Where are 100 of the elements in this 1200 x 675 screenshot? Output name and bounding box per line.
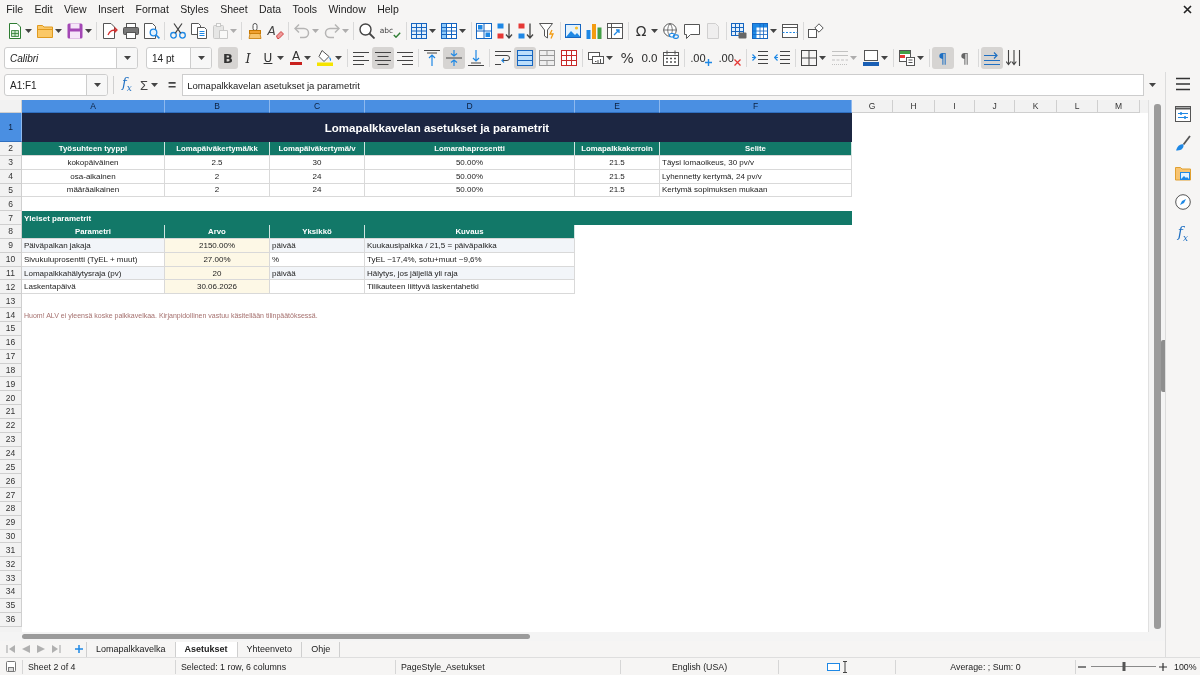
menu-item[interactable]: Edit (28, 1, 59, 17)
italic-button[interactable]: I (238, 47, 258, 69)
dropdown-button[interactable] (116, 48, 137, 68)
menu-item[interactable]: Insert (92, 1, 130, 17)
name-box[interactable]: A1:F1 (4, 74, 108, 96)
print-button[interactable] (120, 20, 141, 42)
caret-icon[interactable] (880, 56, 888, 60)
function-wizard-button[interactable]: f$_{x}$ (119, 74, 135, 96)
column-header[interactable]: F (660, 100, 852, 113)
find-replace-button[interactable] (356, 20, 378, 42)
caret-icon[interactable] (459, 29, 467, 33)
dropdown-button[interactable] (190, 48, 211, 68)
column-header[interactable]: H (893, 100, 935, 113)
menu-item[interactable]: Window (322, 1, 372, 17)
sidebar-handle[interactable] (1161, 340, 1165, 392)
row-header[interactable]: 25 (0, 460, 22, 475)
columns-button[interactable] (438, 20, 469, 42)
freeze-button[interactable] (749, 20, 780, 42)
menu-item[interactable]: Help (371, 1, 405, 17)
font-name-field[interactable]: Calibri (4, 47, 138, 69)
row-header[interactable]: 19 (0, 377, 22, 392)
row-header[interactable]: 8 (0, 225, 22, 239)
caret-icon[interactable] (916, 56, 924, 60)
pivot-table-button[interactable] (604, 20, 626, 42)
functions-button[interactable]: f$_{x}$ (1177, 223, 1189, 246)
sort-button[interactable] (473, 20, 495, 42)
column-header[interactable]: D (365, 100, 575, 113)
row-header[interactable]: 14 (0, 308, 22, 322)
column-header[interactable]: M (1098, 100, 1140, 113)
row-header[interactable]: 1 (0, 113, 22, 142)
caret-icon[interactable] (335, 56, 343, 60)
align-center-button[interactable] (372, 47, 395, 69)
caret-icon[interactable] (84, 29, 92, 33)
sheet-tab[interactable]: Yhteenveto (237, 641, 303, 657)
merge-center-button[interactable] (514, 47, 537, 69)
menu-item[interactable]: View (58, 1, 93, 17)
column-header[interactable]: G (852, 100, 893, 113)
menu-item[interactable]: Styles (174, 1, 215, 17)
zoom-level[interactable]: 100% (1174, 661, 1197, 672)
sum-button[interactable]: Σ (137, 77, 160, 93)
column-header[interactable]: E (575, 100, 660, 113)
row-header[interactable]: 7 (0, 211, 22, 226)
text-cursor-icon[interactable] (841, 660, 848, 673)
row-header[interactable]: 34 (0, 585, 22, 599)
caret-icon[interactable] (24, 29, 32, 33)
row-header[interactable]: 21 (0, 405, 22, 419)
row-header[interactable]: 6 (0, 197, 22, 212)
sheet-tab[interactable]: Asetukset (175, 641, 238, 657)
compass-icon[interactable] (1175, 194, 1191, 210)
rows-button[interactable] (408, 20, 439, 42)
document-status-icon[interactable] (6, 661, 16, 672)
clear-formatting-button[interactable]: A (265, 20, 287, 42)
language[interactable]: English (USA) (671, 661, 728, 672)
copy-button[interactable] (188, 20, 209, 42)
sliders-panel-icon[interactable] (1175, 105, 1191, 122)
scrollbar-thumb[interactable] (22, 634, 530, 639)
caret-icon[interactable] (651, 29, 659, 33)
special-character-button[interactable]: Ω (630, 20, 661, 42)
menu-item[interactable]: Sheet (214, 1, 254, 17)
caret-icon[interactable] (1149, 83, 1156, 87)
underline-button[interactable]: U (258, 47, 287, 69)
row-header[interactable]: 12 (0, 280, 22, 295)
selection-rectangle-icon[interactable] (826, 660, 840, 673)
menu-item[interactable]: Format (129, 1, 175, 17)
print-preview-button[interactable] (141, 20, 162, 42)
sheet-tab[interactable]: Ohje (302, 641, 341, 657)
menu-icon[interactable] (1175, 76, 1191, 92)
dropdown-button[interactable] (86, 75, 107, 95)
column-header[interactable]: C (270, 100, 365, 113)
row-header[interactable]: 27 (0, 488, 22, 502)
sheet-indicator[interactable]: Sheet 2 of 4 (28, 661, 76, 672)
font-size-field[interactable]: 14 pt (146, 47, 212, 69)
image-folder-icon[interactable] (1175, 164, 1191, 181)
row-header[interactable]: 32 (0, 557, 22, 572)
plus-icon[interactable] (1159, 662, 1167, 671)
add-decimal-button[interactable]: .00 (687, 47, 716, 69)
bold-button[interactable]: B (218, 47, 238, 69)
column-header[interactable]: L (1057, 100, 1098, 113)
delete-decimal-button[interactable]: .00 (715, 47, 744, 69)
caret-icon[interactable] (277, 56, 284, 60)
row-header[interactable]: 33 (0, 571, 22, 585)
page-style[interactable]: PageStyle_Asetukset (401, 661, 485, 672)
menu-item[interactable]: Tools (286, 1, 323, 17)
row-header[interactable]: 31 (0, 543, 22, 558)
right-to-left-button[interactable]: ¶ (953, 47, 976, 69)
column-header[interactable]: K (1015, 100, 1057, 113)
row-header[interactable]: 2 (0, 142, 22, 156)
scrollbar-thumb[interactable] (1153, 104, 1161, 629)
text-left-to-right-button[interactable] (980, 47, 1003, 69)
caret-icon[interactable] (818, 56, 826, 60)
formula-input[interactable]: Lomapalkkavelan asetukset ja parametrit (182, 74, 1144, 96)
zoom-slider-thumb[interactable] (1122, 662, 1125, 671)
print-area-button[interactable] (728, 20, 750, 42)
minus-icon[interactable] (1078, 665, 1086, 668)
caret-icon[interactable] (770, 29, 778, 33)
column-header[interactable]: B (165, 100, 270, 113)
hyperlink-button[interactable] (660, 20, 682, 42)
sheet-tab[interactable]: Lomapalkkavelka (86, 641, 176, 657)
menu-item[interactable]: Data (253, 1, 287, 17)
caret-icon[interactable] (304, 56, 312, 60)
